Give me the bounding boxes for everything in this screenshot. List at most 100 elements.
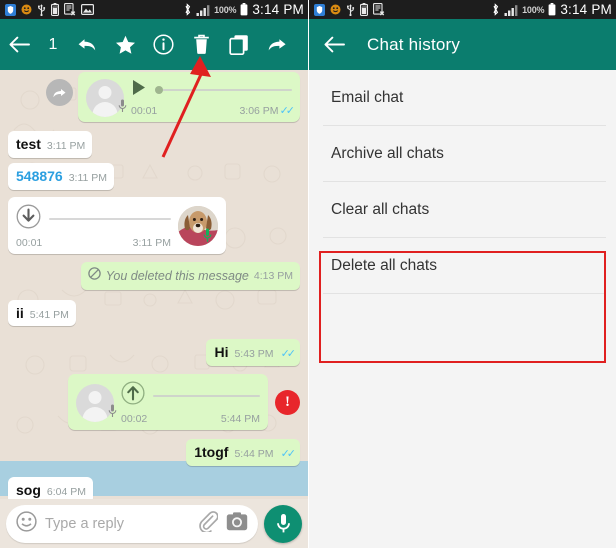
message-row-voice-out-1[interactable]: 00:01 3:06 PM ✓✓ — [0, 72, 308, 122]
voice-controls: 00:02 5:44 PM — [121, 381, 260, 425]
text-message-bubble[interactable]: test 3:11 PM — [8, 131, 93, 158]
message-time: 3:11 PM — [68, 171, 108, 184]
menu-item-delete-all-chats[interactable]: Delete all chats — [309, 238, 616, 293]
two-panel-screenshot: 100 100% 3:14 PM 1 00:01 3:06 PM ✓✓ test… — [0, 0, 616, 548]
message-time: 5:43 PM — [234, 348, 274, 361]
message-text: ii — [16, 304, 24, 321]
voice-meta: 00:01 3:11 PM — [16, 237, 171, 249]
voice-seek-bar[interactable] — [155, 86, 292, 94]
voice-message-bubble[interactable]: 00:01 3:11 PM — [8, 196, 226, 254]
battery-icon — [548, 3, 556, 16]
voice-message-bubble[interactable]: 00:01 3:06 PM ✓✓ — [78, 72, 300, 122]
menu-item-email-chat[interactable]: Email chat — [309, 70, 616, 125]
message-time: 5:44 PM — [220, 413, 260, 426]
voice-duration: 00:02 — [121, 413, 148, 426]
selected-count-label: 1 — [48, 35, 58, 53]
reply-input-container[interactable]: Type a reply — [6, 504, 258, 543]
text-message-bubble[interactable]: 548876 3:11 PM — [8, 162, 115, 190]
voice-meta: 00:01 3:06 PM ✓✓ — [131, 104, 295, 118]
clock-label: 3:14 PM — [252, 2, 304, 17]
reply-icon[interactable] — [68, 19, 106, 70]
download-icon[interactable] — [16, 204, 41, 234]
status-bar: 100 100% 3:14 PM — [0, 0, 308, 19]
message-text: You deleted this message — [105, 268, 249, 283]
voice-seek-row[interactable] — [16, 204, 171, 234]
menu-item-clear-all-chats[interactable]: Clear all chats — [309, 182, 616, 237]
back-arrow-icon[interactable] — [0, 19, 38, 70]
messages-container: 00:01 3:06 PM ✓✓ test 3:11 PM 548876 3:1… — [0, 72, 308, 499]
star-icon[interactable] — [106, 19, 144, 70]
message-time: 4:13 PM — [253, 269, 293, 282]
attach-icon[interactable] — [198, 510, 219, 537]
play-icon[interactable] — [131, 79, 147, 101]
chat-screen-panel: 100 100% 3:14 PM 1 00:01 3:06 PM ✓✓ test… — [0, 0, 308, 548]
shield-icon — [314, 3, 325, 16]
message-time: 3:06 PM — [239, 104, 279, 117]
bluetooth-icon — [183, 3, 192, 16]
text-message-bubble[interactable]: ii 5:41 PM — [8, 299, 76, 327]
voice-seek-row[interactable] — [131, 79, 292, 101]
battery-percent-label: 100% — [522, 4, 545, 15]
reply-input-placeholder[interactable]: Type a reply — [45, 516, 190, 532]
camera-icon[interactable] — [226, 511, 248, 536]
shield-icon — [5, 3, 16, 16]
copy-icon[interactable] — [220, 19, 258, 70]
selection-action-bar: 1 — [0, 19, 308, 70]
voice-message-bubble[interactable]: 00:02 5:44 PM — [68, 374, 268, 431]
message-time: 3:11 PM — [132, 236, 171, 249]
deleted-message-bubble[interactable]: You deleted this message 4:13 PM — [80, 261, 300, 290]
signal-icon — [196, 4, 210, 16]
message-time: 5:44 PM — [234, 448, 274, 461]
document-x-icon — [64, 3, 76, 16]
text-message-bubble[interactable]: Hi 5:43 PM ✓✓ — [206, 339, 300, 367]
status-bar-left-icons: 100 — [5, 3, 94, 16]
message-text: 1togf — [194, 444, 229, 461]
mic-icon — [108, 404, 117, 423]
delete-icon[interactable] — [182, 19, 220, 70]
seek-knob[interactable] — [155, 86, 163, 94]
read-receipt-icon: ✓✓ — [280, 348, 297, 361]
emoji-icon[interactable] — [16, 510, 37, 537]
page-title: Chat history — [367, 34, 461, 54]
battery-percent-label: 100% — [214, 4, 237, 15]
avatar — [86, 79, 127, 118]
message-row-deleted[interactable]: You deleted this message 4:13 PM — [0, 261, 308, 290]
voice-record-button[interactable] — [264, 504, 302, 543]
back-arrow-icon[interactable] — [315, 19, 353, 70]
message-row-voice-in-1[interactable]: 00:01 3:11 PM — [0, 196, 308, 254]
info-icon[interactable] — [144, 19, 182, 70]
chat-message-list[interactable]: 00:01 3:06 PM ✓✓ test 3:11 PM 548876 3:1… — [0, 70, 308, 499]
message-row-ii[interactable]: ii 5:41 PM — [0, 299, 308, 327]
error-badge[interactable]: ! — [275, 389, 300, 415]
svg-text:100: 100 — [52, 5, 58, 9]
voice-seek-bar[interactable] — [49, 217, 171, 220]
battery-saver-icon: 100 — [360, 3, 368, 16]
message-time: 3:11 PM — [46, 140, 86, 152]
text-message-bubble[interactable]: sog 6:04 PM — [8, 476, 93, 499]
status-bar-right-icons: 100% 3:14 PM — [183, 2, 304, 17]
message-row-test[interactable]: test 3:11 PM — [0, 131, 308, 158]
mic-icon — [118, 99, 127, 118]
bluetooth-icon — [491, 3, 500, 16]
usb-icon — [346, 3, 355, 16]
clock-label: 3:14 PM — [560, 2, 612, 17]
menu-item-archive-all-chats[interactable]: Archive all chats — [309, 126, 616, 181]
status-bar: 100 100% 3:14 PM — [309, 0, 616, 19]
battery-saver-icon: 100 — [51, 3, 59, 16]
message-text: sog — [16, 481, 41, 498]
text-message-bubble[interactable]: 1togf 5:44 PM ✓✓ — [186, 439, 300, 466]
forward-icon[interactable] — [258, 19, 296, 70]
voice-seek-row[interactable] — [121, 381, 260, 410]
voice-meta: 00:02 5:44 PM — [121, 413, 260, 425]
message-text[interactable]: 548876 — [16, 168, 63, 185]
avatar — [76, 384, 117, 423]
status-bar-right-icons: 100% 3:14 PM — [491, 2, 612, 17]
upload-icon[interactable] — [121, 381, 145, 410]
read-receipt-icon: ✓✓ — [280, 448, 297, 461]
message-row-hi[interactable]: Hi 5:43 PM ✓✓ — [0, 339, 308, 367]
message-row-548876[interactable]: 548876 3:11 PM — [0, 162, 308, 190]
voice-seek-bar[interactable] — [153, 394, 260, 397]
message-text: test — [16, 136, 41, 152]
message-row-voice-out-2[interactable]: 00:02 5:44 PM ! — [0, 374, 308, 431]
voice-duration: 00:01 — [16, 236, 43, 249]
